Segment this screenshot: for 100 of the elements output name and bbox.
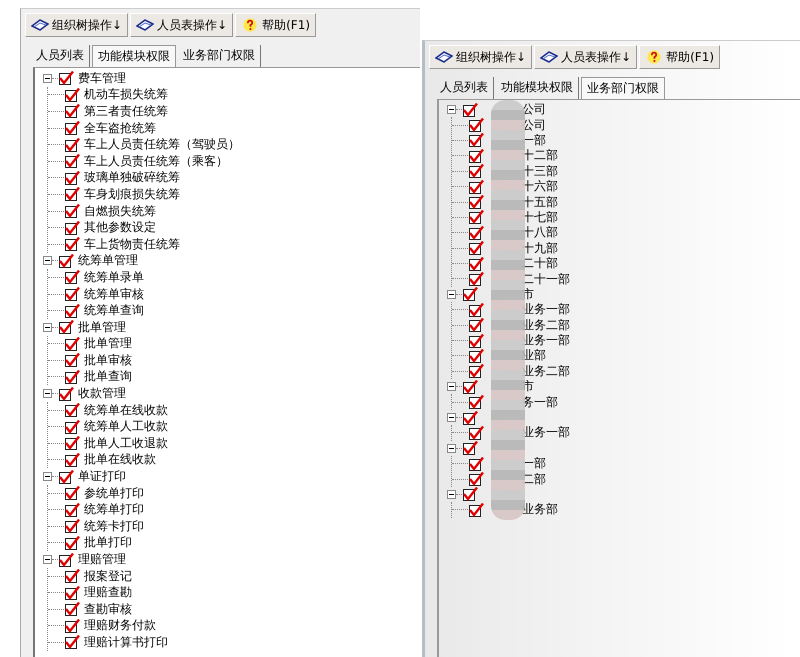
tree-item[interactable]: 全车盗抢统筹 xyxy=(84,120,156,137)
tree-item[interactable]: 业务一部 xyxy=(522,301,570,318)
checkbox[interactable] xyxy=(468,395,484,410)
checkbox[interactable] xyxy=(468,302,484,317)
tree-item[interactable]: 批单在线收款 xyxy=(84,451,156,468)
tree-item[interactable]: 十七部 xyxy=(522,208,558,226)
tree-item[interactable]: 费车管理 xyxy=(78,70,126,87)
tab[interactable]: 功能模块权限 xyxy=(496,77,579,99)
tree-item[interactable]: 理赔财务付款 xyxy=(84,617,156,634)
checkbox[interactable] xyxy=(468,256,484,271)
tab[interactable]: 业务部门权限 xyxy=(581,77,665,99)
tree-item[interactable]: 十五部 xyxy=(522,194,558,211)
checkbox[interactable] xyxy=(58,320,74,334)
checkbox[interactable] xyxy=(468,148,484,163)
tree-item[interactable]: 玻璃单独破碎统筹 xyxy=(84,169,180,186)
tree-item[interactable]: 业部 xyxy=(522,347,546,364)
checkbox[interactable] xyxy=(468,133,484,148)
checkbox[interactable] xyxy=(468,318,484,332)
tree-item[interactable]: 一部 xyxy=(522,455,546,472)
tree-item[interactable]: 统筹单人工收款 xyxy=(84,418,168,436)
toolbar-button[interactable]: 人员表操作↓ xyxy=(130,13,234,37)
checkbox[interactable] xyxy=(64,104,80,118)
tree-item[interactable]: 十六部 xyxy=(522,178,558,196)
checkbox[interactable] xyxy=(468,195,484,210)
tree-item[interactable]: 统筹单打印 xyxy=(84,501,144,518)
tree-item[interactable]: 十二部 xyxy=(522,147,558,164)
tree-item[interactable]: 理赔查勘 xyxy=(84,584,132,602)
checkbox[interactable] xyxy=(468,210,484,224)
checkbox[interactable] xyxy=(468,180,484,194)
tree-item[interactable]: 市 xyxy=(522,378,534,396)
tree-item[interactable]: 报案登记 xyxy=(84,568,132,585)
tree-item[interactable]: 批单管理 xyxy=(84,335,132,352)
checkbox[interactable] xyxy=(58,71,74,86)
tree-item[interactable]: 第三者责任统筹 xyxy=(84,102,168,120)
checkbox[interactable] xyxy=(64,569,80,584)
checkbox[interactable] xyxy=(468,226,484,240)
tree-item[interactable]: 统筹单查询 xyxy=(84,302,144,320)
checkbox[interactable] xyxy=(64,486,80,500)
checkbox[interactable] xyxy=(468,334,484,348)
tree-item[interactable]: 统筹单审核 xyxy=(84,286,144,303)
checkbox[interactable] xyxy=(64,536,80,550)
collapse-toggle[interactable] xyxy=(43,322,52,332)
tab[interactable]: 功能模块权限 xyxy=(92,45,176,67)
tree-item[interactable]: 公司 xyxy=(522,116,546,134)
collapse-toggle[interactable] xyxy=(447,382,456,392)
checkbox[interactable] xyxy=(468,472,484,486)
checkbox[interactable] xyxy=(64,220,80,235)
tree-item[interactable]: 批单查询 xyxy=(84,368,132,386)
toolbar-button[interactable]: 组织树操作↓ xyxy=(429,45,532,69)
checkbox[interactable] xyxy=(64,353,80,368)
tree-item[interactable]: 车上人员责任统筹（乘客） xyxy=(84,152,228,170)
tree-item[interactable]: 收款管理 xyxy=(78,385,126,402)
toolbar-button[interactable]: 帮助(F1) xyxy=(235,13,316,37)
checkbox[interactable] xyxy=(64,336,80,351)
tree-item[interactable]: 批单人工收退款 xyxy=(84,434,168,452)
collapse-toggle[interactable] xyxy=(447,490,456,499)
checkbox[interactable] xyxy=(58,386,74,401)
checkbox[interactable] xyxy=(468,348,484,363)
collapse-toggle[interactable] xyxy=(447,105,456,114)
collapse-toggle[interactable] xyxy=(43,256,52,266)
toolbar-button[interactable]: 组织树操作↓ xyxy=(25,13,128,37)
checkbox[interactable] xyxy=(64,88,80,102)
checkbox[interactable] xyxy=(64,121,80,136)
checkbox[interactable] xyxy=(64,287,80,302)
checkbox[interactable] xyxy=(58,470,74,484)
tree-item[interactable]: 十九部 xyxy=(522,240,558,257)
tree-item[interactable]: 业务部 xyxy=(522,501,558,518)
tree-item[interactable]: 十八部 xyxy=(522,224,558,242)
tree-item[interactable]: 批单审核 xyxy=(84,352,132,369)
checkbox[interactable] xyxy=(468,118,484,132)
checkbox[interactable] xyxy=(58,552,74,567)
checkbox[interactable] xyxy=(58,254,74,268)
checkbox[interactable] xyxy=(64,204,80,218)
tree-item[interactable]: 统筹单录单 xyxy=(84,268,144,286)
checkbox[interactable] xyxy=(468,456,484,471)
tab[interactable]: 人员列表 xyxy=(435,77,494,99)
tree-item[interactable]: 公司 xyxy=(522,101,546,118)
tree-item[interactable]: 一部 xyxy=(522,132,546,149)
checkbox[interactable] xyxy=(64,154,80,168)
checkbox[interactable] xyxy=(462,287,478,302)
checkbox[interactable] xyxy=(64,452,80,467)
checkbox[interactable] xyxy=(468,164,484,178)
checkbox[interactable] xyxy=(64,304,80,318)
checkbox[interactable] xyxy=(462,102,478,117)
tree-item[interactable]: 业务二部 xyxy=(522,316,570,334)
collapse-toggle[interactable] xyxy=(447,413,456,422)
checkbox[interactable] xyxy=(64,138,80,152)
tree-item[interactable]: 机动车损失统筹 xyxy=(84,86,168,104)
tree-item[interactable]: 市 xyxy=(522,286,534,303)
checkbox[interactable] xyxy=(462,380,478,394)
checkbox[interactable] xyxy=(468,364,484,378)
checkbox[interactable] xyxy=(468,241,484,256)
checkbox[interactable] xyxy=(468,426,484,440)
checkbox[interactable] xyxy=(64,436,80,450)
checkbox[interactable] xyxy=(64,420,80,434)
tree-item[interactable]: 务一部 xyxy=(522,394,558,411)
collapse-toggle[interactable] xyxy=(43,555,52,564)
checkbox[interactable] xyxy=(468,272,484,286)
checkbox[interactable] xyxy=(64,618,80,633)
checkbox[interactable] xyxy=(468,502,484,517)
